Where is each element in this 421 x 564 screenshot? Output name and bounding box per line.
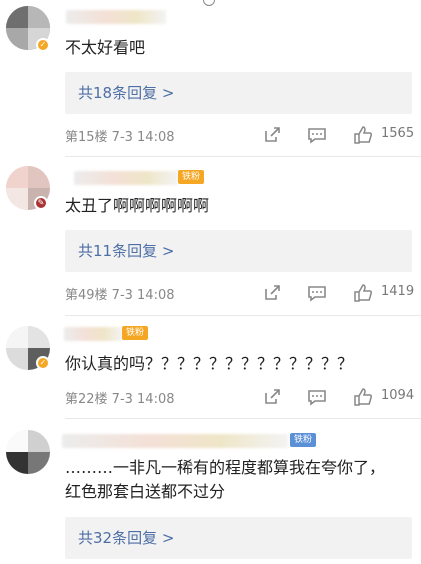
comment-icon[interactable] bbox=[307, 283, 327, 303]
floor-and-time: 第15楼 7-3 14:08 bbox=[65, 130, 175, 145]
comment-icon[interactable] bbox=[307, 125, 327, 145]
comment-text: ………一非凡一稀有的程度都算我在夸你了，红色那套白送都不过分 bbox=[65, 458, 386, 501]
avatar[interactable] bbox=[6, 430, 50, 474]
like-count: 1565 bbox=[381, 126, 415, 141]
fan-badge: 铁粉 bbox=[290, 433, 317, 447]
like-icon[interactable] bbox=[353, 387, 373, 407]
share-icon[interactable] bbox=[262, 387, 282, 407]
verified-icon: ✓ bbox=[36, 38, 50, 52]
replies-link[interactable]: 共32条回复 > bbox=[78, 527, 174, 549]
comment-meta: 第15楼 7-3 14:08 1565 bbox=[65, 124, 421, 146]
fan-badge: 铁粉 bbox=[122, 326, 149, 340]
replies-button[interactable]: 共18条回复 > bbox=[65, 72, 412, 114]
username[interactable] bbox=[74, 171, 178, 185]
replies-button[interactable]: 共32条回复 > bbox=[65, 517, 412, 559]
like-icon[interactable] bbox=[353, 125, 373, 145]
like-icon[interactable] bbox=[353, 283, 373, 303]
comment-meta: 第22楼 7-3 14:08 1094 bbox=[65, 386, 421, 408]
pen-icon: ✎ bbox=[34, 196, 48, 210]
divider bbox=[65, 156, 421, 157]
comment-text: 不太好看吧 bbox=[65, 38, 146, 57]
replies-button[interactable]: 共11条回复 > bbox=[65, 230, 412, 272]
divider bbox=[65, 315, 421, 316]
floor-and-time: 第49楼 7-3 14:08 bbox=[65, 288, 175, 303]
comment-text: 你认真的吗？？？？？？？？？？？？？ bbox=[65, 354, 354, 373]
replies-link[interactable]: 共11条回复 > bbox=[78, 240, 174, 262]
share-icon[interactable] bbox=[262, 283, 282, 303]
like-count: 1419 bbox=[381, 284, 415, 299]
comment-item: ✓ 铁粉 你认真的吗？？？？？？？？？？？？？ 第22楼 7-3 14:08 1… bbox=[0, 318, 421, 419]
comment-icon[interactable] bbox=[307, 387, 327, 407]
comment-text: 太丑了啊啊啊啊啊啊 bbox=[65, 196, 210, 215]
comment-item: 铁粉 ………一非凡一稀有的程度都算我在夸你了，红色那套白送都不过分 共32条回复… bbox=[0, 424, 421, 564]
like-count: 1094 bbox=[381, 388, 415, 403]
username[interactable] bbox=[66, 10, 166, 24]
username[interactable] bbox=[64, 327, 122, 341]
verified-icon: ✓ bbox=[36, 356, 50, 370]
fan-badge: 铁粉 bbox=[178, 170, 205, 184]
comment-item: ✎ 铁粉 太丑了啊啊啊啊啊啊 共11条回复 > 第49楼 7-3 14:08 1… bbox=[0, 160, 421, 316]
comment-meta: 第49楼 7-3 14:08 1419 bbox=[65, 282, 421, 304]
share-icon[interactable] bbox=[262, 125, 282, 145]
divider bbox=[65, 418, 421, 419]
replies-link[interactable]: 共18条回复 > bbox=[78, 82, 174, 104]
comment-item: ✓ 不太好看吧 共18条回复 > 第15楼 7-3 14:08 1565 bbox=[0, 0, 421, 157]
username[interactable] bbox=[62, 434, 288, 448]
floor-and-time: 第22楼 7-3 14:08 bbox=[65, 392, 175, 407]
